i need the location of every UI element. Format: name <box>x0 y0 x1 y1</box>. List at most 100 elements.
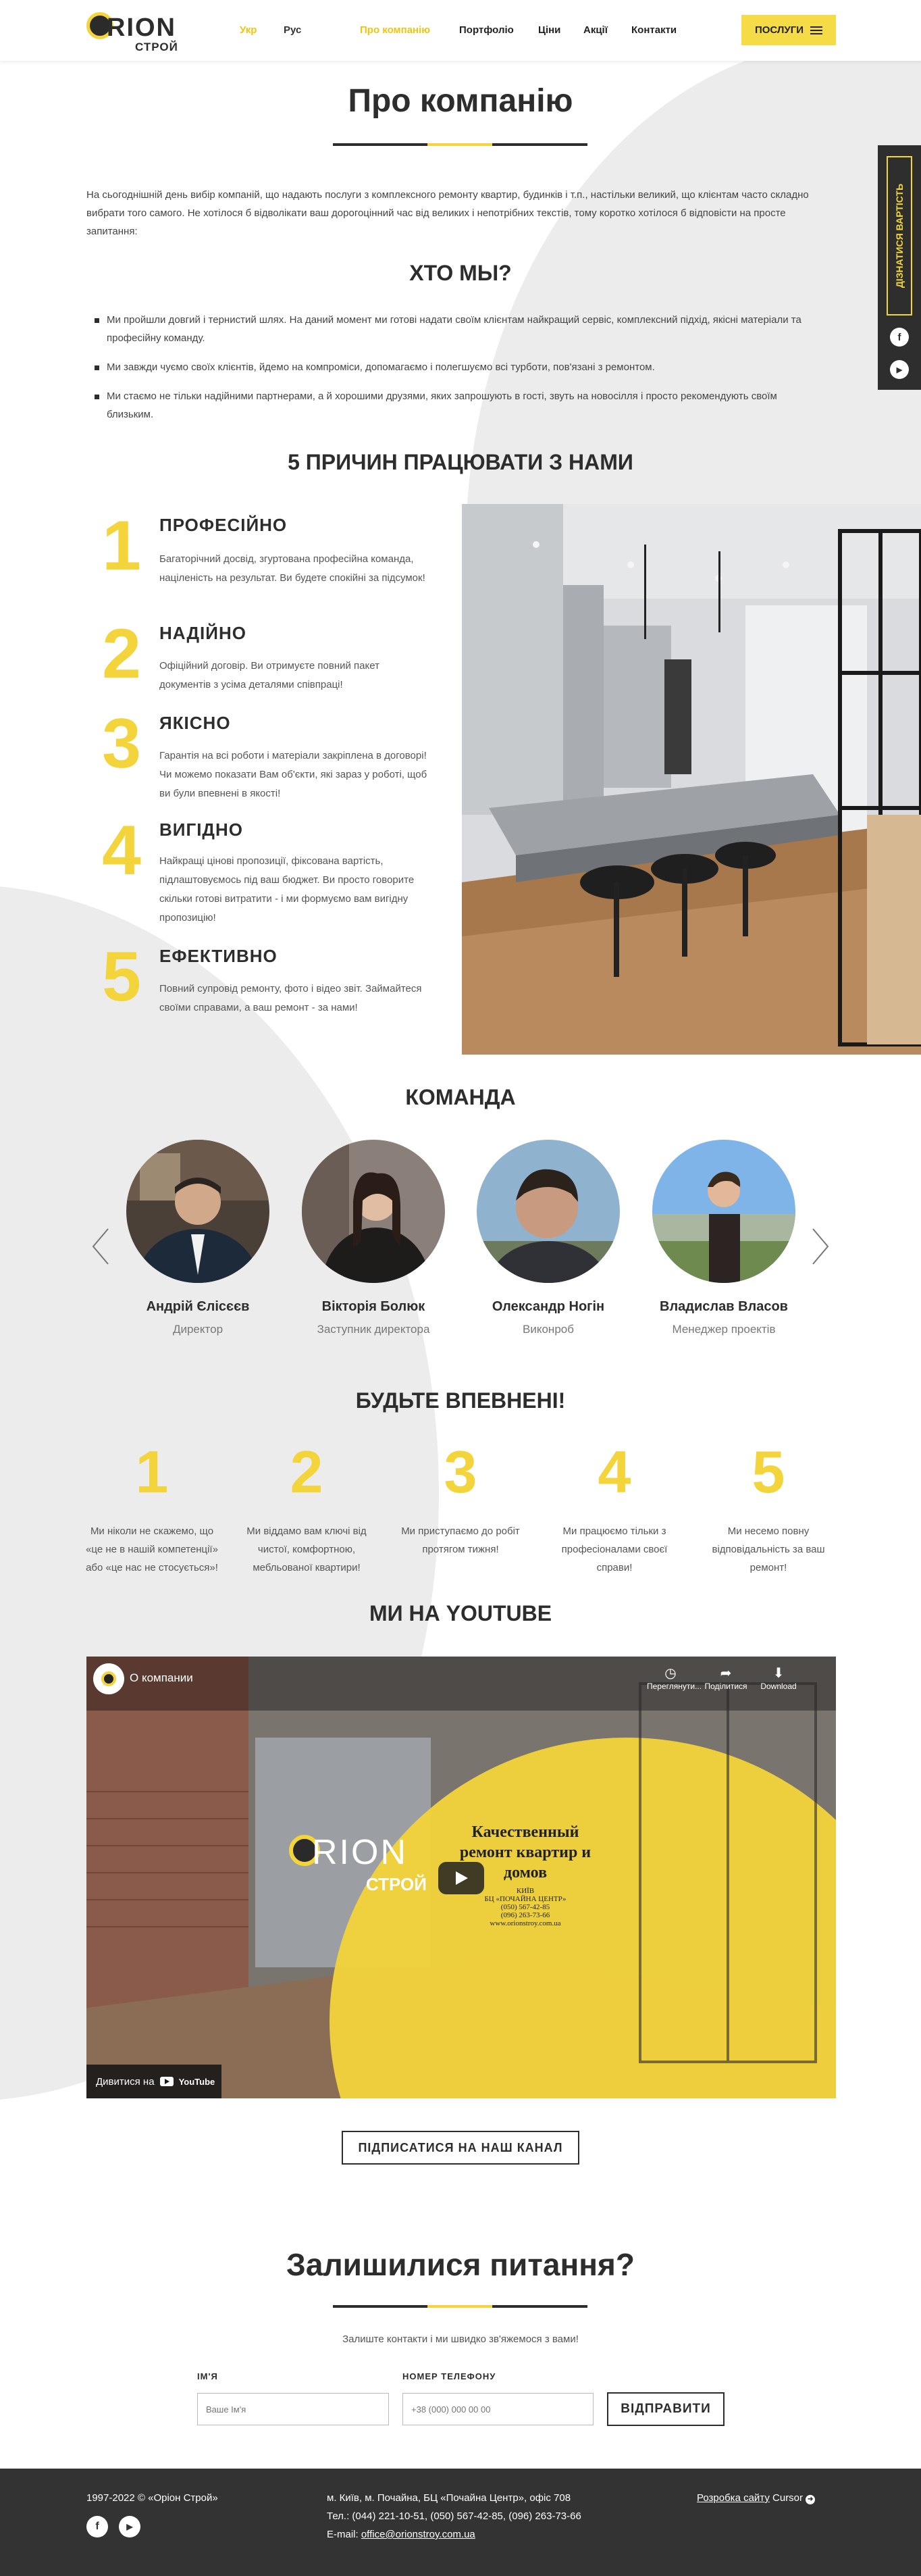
cursor-logo-icon: ➜ <box>806 2495 816 2504</box>
member-name: Вікторія Болюк <box>321 1299 425 1314</box>
copyright: 1997-2022 © «Оріон Строй» <box>86 2492 218 2504</box>
reason-title: ВИГІДНО <box>159 819 243 840</box>
clock-icon: ◷ <box>664 1666 677 1681</box>
guarantee-number: 1 <box>135 1438 169 1505</box>
share-icon: ➦ <box>720 1666 732 1681</box>
name-label: ІМ'Я <box>197 2371 218 2381</box>
watch-on-label: Дивитися на <box>96 2075 155 2088</box>
nav-prices[interactable]: Ціни <box>538 24 560 36</box>
guarantee-item: 1 Ми ніколи не скажемо, що «це не в наші… <box>84 1442 219 1577</box>
developer-credit: Розробка сайту Cursor ➜ <box>697 2489 816 2508</box>
nav-portfolio[interactable]: Портфоліо <box>459 24 514 36</box>
subscribe-button[interactable]: ПІДПИСАТИСЯ НА НАШ КАНАЛ <box>342 2131 579 2165</box>
reason-number: 3 <box>102 705 141 783</box>
email-link[interactable]: office@orionstroy.com.ua <box>361 2529 475 2540</box>
youtube-title: МИ НА YOUTUBE <box>369 1601 552 1625</box>
video-title[interactable]: О компании <box>130 1671 193 1685</box>
facebook-icon[interactable]: f <box>890 328 909 347</box>
guarantee-text: Ми ніколи не скажемо, що «це не в нашій … <box>86 1525 218 1573</box>
interior-illustration <box>462 504 921 1055</box>
avatar <box>652 1140 795 1283</box>
reason-number: 4 <box>102 811 141 890</box>
guarantee-number: 2 <box>290 1438 323 1505</box>
guarantee-item: 5 Ми несемо повну відповідальність за ва… <box>701 1442 836 1577</box>
channel-logo-icon <box>101 1671 116 1686</box>
menu-icon <box>810 24 823 36</box>
team-member: Андрій Єлісєєв Директор <box>117 1140 279 1336</box>
guarantee-text: Ми несемо повну відповідальність за ваш … <box>712 1525 825 1573</box>
page-title: Про компанію <box>348 83 573 119</box>
site-logo[interactable]: RION СТРОЙ <box>86 9 185 53</box>
phone-input[interactable] <box>402 2393 594 2425</box>
guarantee-item: 2 Ми віддамо вам ключі від чистої, комфо… <box>239 1442 374 1577</box>
reason-number: 1 <box>102 507 141 585</box>
logo-word: RION <box>107 14 176 42</box>
list-item: Ми пройшли довгий і тернистий шлях. На д… <box>95 311 824 347</box>
phone-label: НОМЕР ТЕЛЕФОНУ <box>402 2371 496 2381</box>
list-item: Ми завжди чуємо своїх клієнтів, йдемо на… <box>95 358 824 376</box>
overlay-bc: БЦ «ПОЧАЙНА ЦЕНТР» <box>484 1895 567 1903</box>
title-underline <box>333 2305 427 2308</box>
guarantee-number: 3 <box>444 1438 477 1505</box>
lang-ru[interactable]: Рус <box>284 24 301 36</box>
reason-title: ЕФЕКТИВНО <box>159 946 278 966</box>
reason-number: 2 <box>102 615 141 693</box>
nav-contacts[interactable]: Контакти <box>631 24 677 36</box>
youtube-logo-icon <box>159 2077 174 2086</box>
carousel-next-icon[interactable] <box>810 1226 831 1267</box>
title-underline <box>492 143 587 146</box>
download-button[interactable]: ⬇ Download <box>755 1665 802 1691</box>
avatar <box>126 1140 269 1283</box>
guarantee-number: 5 <box>752 1438 785 1505</box>
share-button[interactable]: ➦ Поділитися <box>702 1665 749 1691</box>
member-role: Менеджер проектів <box>672 1323 776 1336</box>
carousel-prev-icon[interactable] <box>90 1226 111 1267</box>
reason-number: 5 <box>102 938 141 1016</box>
who-title: ХТО МЫ? <box>409 261 512 285</box>
youtube-icon[interactable]: ▶ <box>890 360 909 379</box>
watch-later-label: Переглянути... <box>647 1682 702 1691</box>
be-sure-title: БУДЬТЕ ВПЕВНЕНІ! <box>355 1388 566 1413</box>
lang-uk[interactable]: Укр <box>240 24 257 36</box>
contact-subtitle: Залиште контакти і ми швидко зв'яжемося … <box>342 2333 579 2345</box>
watch-on-youtube-button[interactable]: Дивитися на YouTube <box>86 2065 221 2098</box>
member-role: Заступник директора <box>317 1323 430 1336</box>
avatar-illustration <box>302 1140 445 1283</box>
developer-name: Cursor <box>772 2492 804 2504</box>
send-button[interactable]: ВІДПРАВИТИ <box>607 2392 725 2426</box>
reason-text: Повний супровід ремонту, фото і відео зв… <box>159 983 422 1013</box>
footer-facebook-icon[interactable]: f <box>86 2516 108 2537</box>
get-price-button[interactable]: ДІЗНАТИСЯ ВАРТІСТЬ <box>887 156 912 315</box>
reason-text: Офіційний договір. Ви отримуєте повний п… <box>159 660 379 690</box>
nav-promotions[interactable]: Акції <box>583 24 608 36</box>
reason-text: Найкращі цінові пропозиції, фіксована ва… <box>159 855 415 924</box>
overlay-phone: (050) 567-42-85 <box>500 1903 550 1911</box>
footer-email-row: E-mail: office@orionstroy.com.ua <box>327 2525 475 2544</box>
reason-text: Багаторічний досвід, згуртована професій… <box>159 553 425 584</box>
name-input[interactable] <box>197 2393 389 2425</box>
youtube-video-player[interactable]: О компании ◷ Переглянути... ➦ Поділитися… <box>86 1657 836 2098</box>
video-play-button[interactable] <box>438 1862 484 1894</box>
services-button[interactable]: ПОСЛУГИ <box>741 15 836 45</box>
reasons-title: 5 ПРИЧИН ПРАЦЮВАТИ З НАМИ <box>288 450 633 474</box>
watch-later-button[interactable]: ◷ Переглянути... <box>647 1665 702 1691</box>
guarantee-item: 4 Ми працюємо тільки з професіоналами св… <box>547 1442 682 1577</box>
team-member: Вікторія Болюк Заступник директора <box>292 1140 454 1336</box>
footer-address: м. Київ, м. Почайна, БЦ «Почайна Центр»,… <box>327 2492 571 2504</box>
services-label: ПОСЛУГИ <box>754 24 804 36</box>
member-role: Виконроб <box>523 1323 574 1336</box>
reason-text: Гарантія на всі роботи і матеріали закрі… <box>159 750 427 799</box>
video-logo: RION СТРОЙ <box>289 1825 427 1900</box>
overlay-phone: (096) 263-73-66 <box>500 1911 550 1919</box>
youtube-logo-text: YouTube <box>178 2076 215 2087</box>
side-panel: ДІЗНАТИСЯ ВАРТІСТЬ f ▶ <box>878 145 921 390</box>
channel-avatar[interactable] <box>93 1663 124 1694</box>
footer-youtube-icon[interactable]: ▶ <box>119 2516 140 2537</box>
site-footer: 1997-2022 © «Оріон Строй» f ▶ м. Київ, м… <box>0 2469 921 2576</box>
developer-link[interactable]: Розробка сайту <box>697 2492 770 2504</box>
logo-sub: СТРОЙ <box>135 41 178 53</box>
download-label: Download <box>760 1682 797 1691</box>
title-underline <box>333 143 427 146</box>
email-label: E-mail: <box>327 2529 359 2540</box>
nav-about[interactable]: Про компанію <box>360 24 430 36</box>
